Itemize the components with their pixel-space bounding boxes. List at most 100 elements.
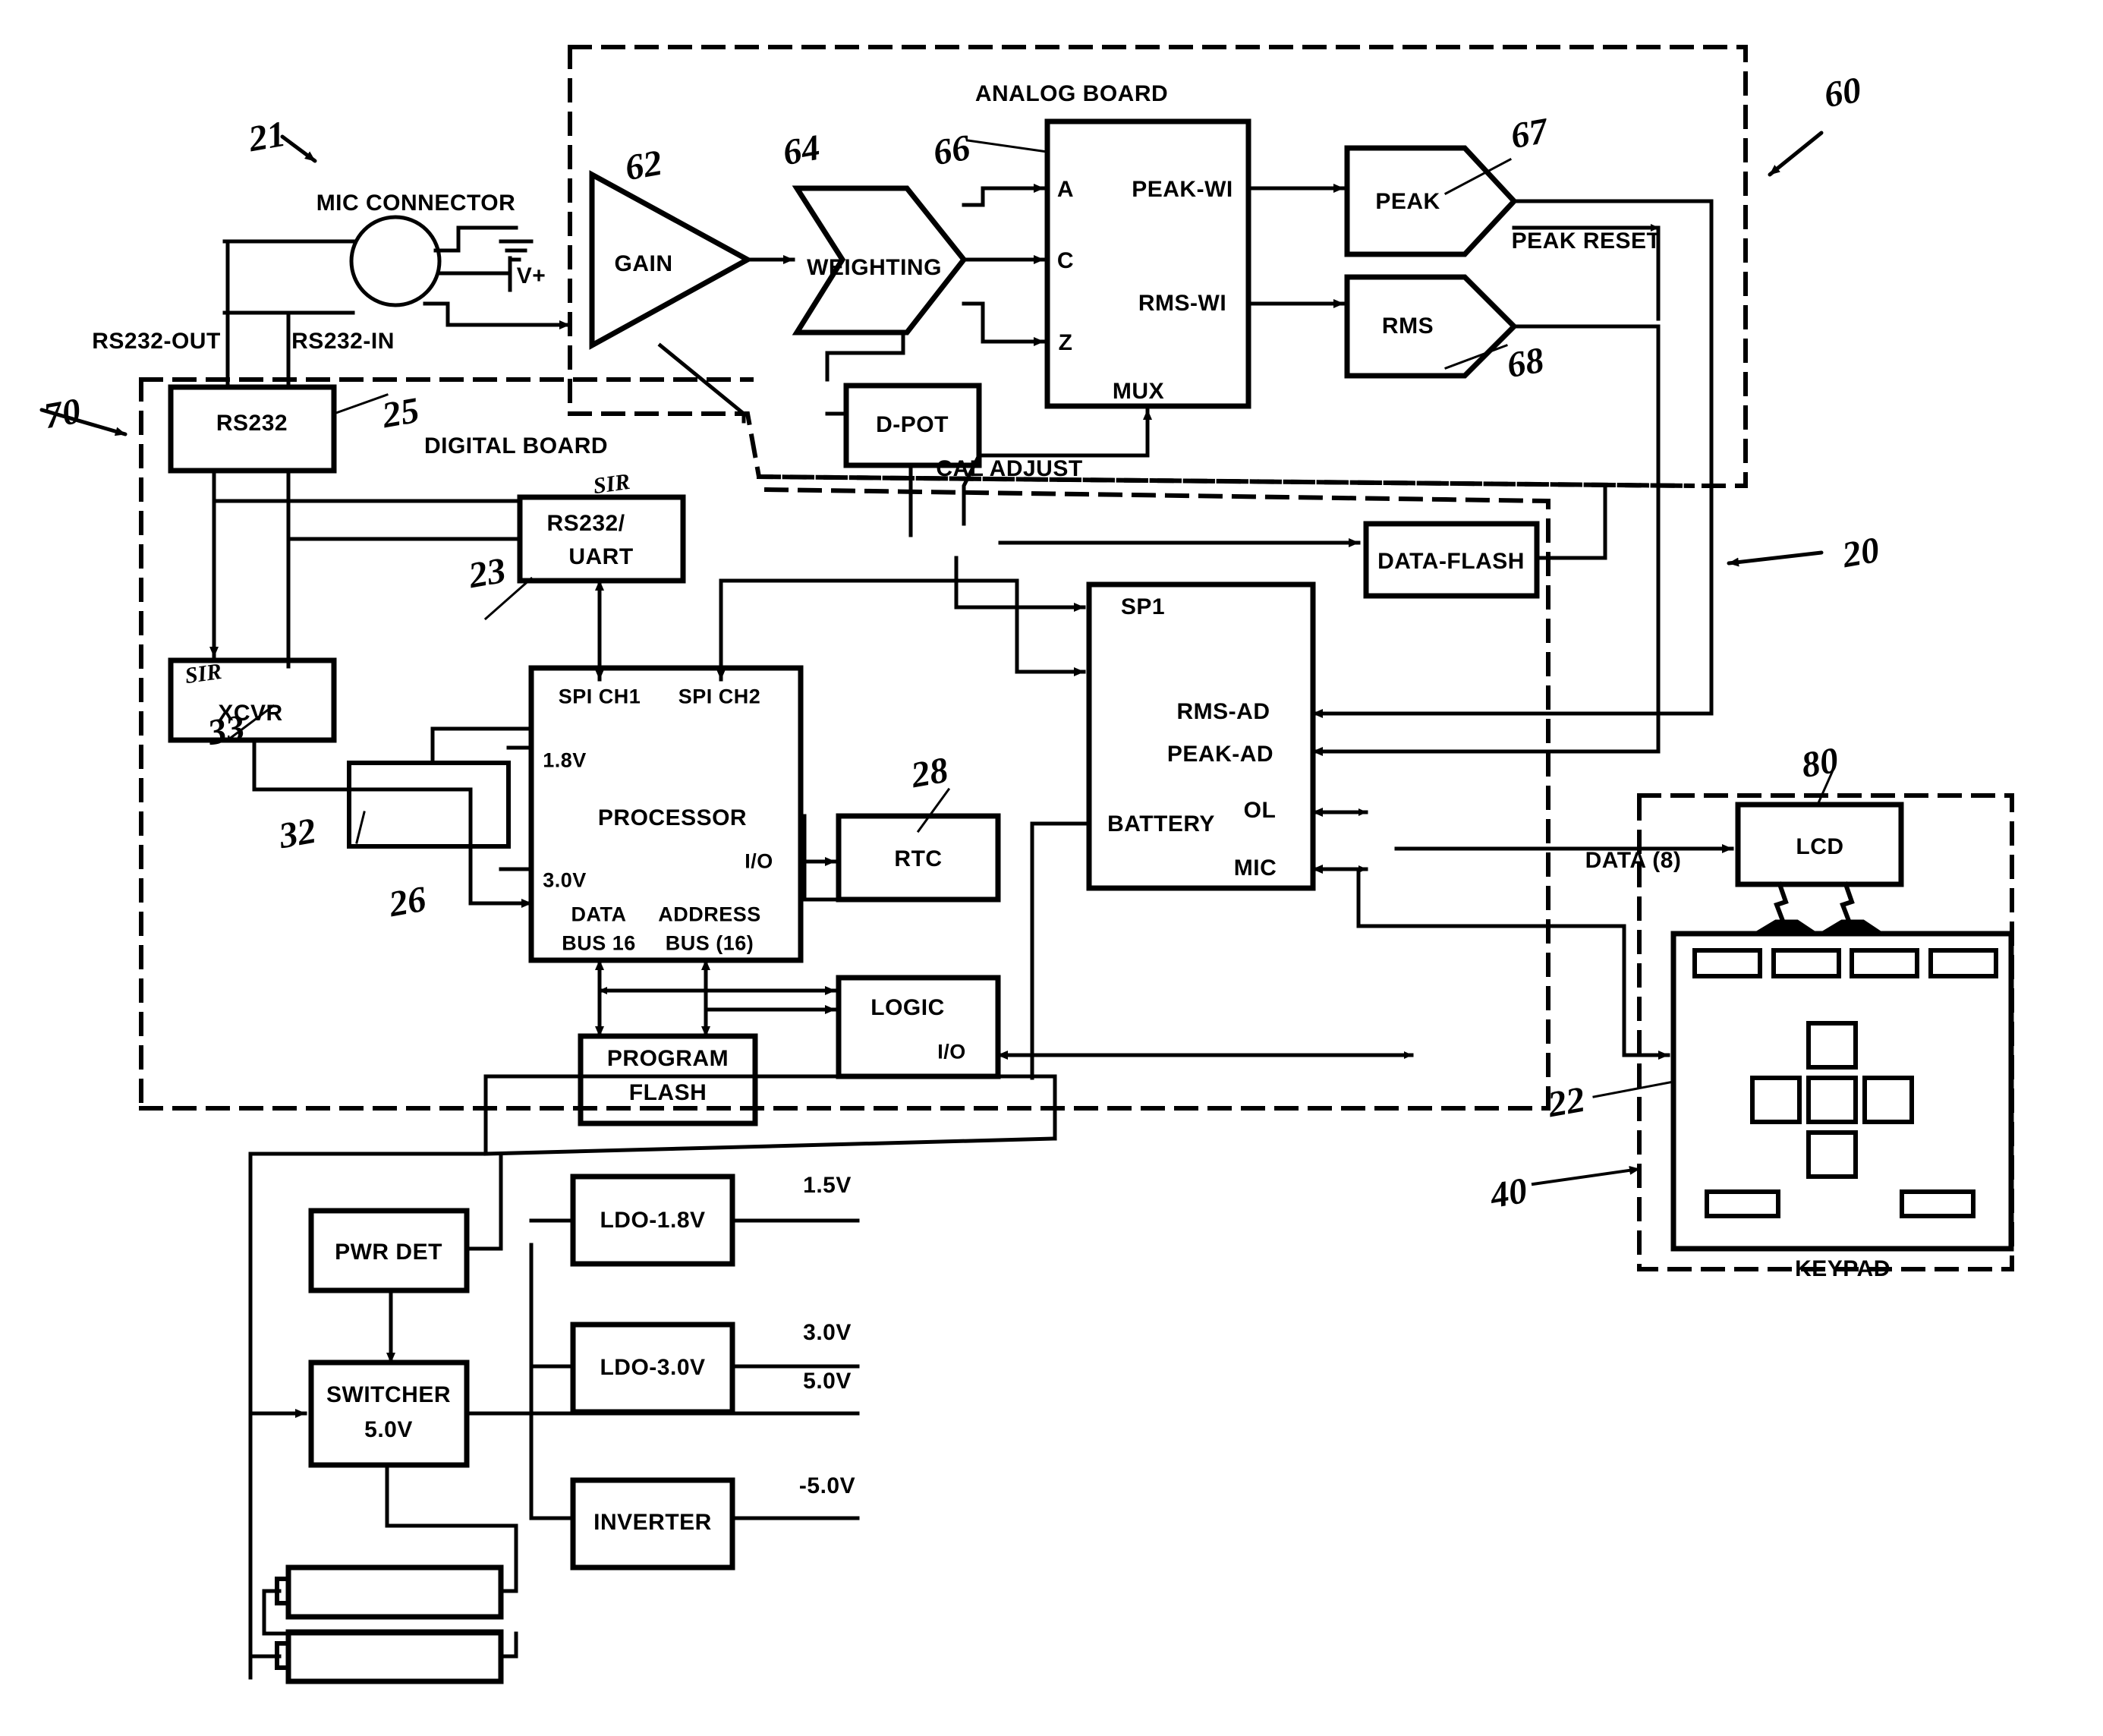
mux-port-c-label: C [1056, 248, 1075, 273]
battery-cell-1 [285, 1564, 504, 1620]
ldo-30-label: LDO-3.0V [600, 1355, 706, 1380]
sp1-ol-label: OL [1243, 798, 1277, 823]
processor-label: PROCESSOR [597, 805, 748, 830]
weighting-block-label: WEIGHTING [807, 255, 942, 280]
mux-block-rect [1044, 118, 1251, 409]
ref-60: 60 [1821, 69, 1865, 116]
data-bus-label-2: BUS 16 [562, 931, 636, 955]
mux-peak-wi-label: PEAK-WI [1132, 177, 1233, 202]
rail-neg5v0-label: -5.0V [798, 1473, 856, 1498]
logic-io-label: I/O [937, 1040, 966, 1063]
switcher-label-1: SWITCHER [326, 1382, 451, 1407]
keypad-key-f1 [1692, 948, 1762, 978]
keypad-key-down [1806, 1130, 1858, 1179]
data-8-label: DATA (8) [1585, 848, 1682, 873]
keypad-rect [1670, 931, 2014, 1252]
sp1-rms-ad-label: RMS-AD [1176, 699, 1270, 724]
peak-reset-label: PEAK RESET [1511, 228, 1661, 254]
display-enclosure-outline [1637, 793, 2014, 1271]
ref-26: 26 [386, 878, 430, 925]
rs232-uart-label-top: RS232/ [546, 511, 625, 536]
rs232-out-label: RS232-OUT [92, 329, 221, 354]
program-flash-label-1: PROGRAM [606, 1046, 729, 1071]
rail-1v5-label: 1.5V [803, 1173, 852, 1198]
mux-block-label: MUX [1112, 379, 1165, 404]
ref-32: 32 [275, 810, 320, 857]
ref-28: 28 [908, 749, 952, 796]
ref-21: 21 [245, 113, 289, 160]
processor-1v8-pin-label: 1.8V [543, 748, 587, 772]
ref-20: 20 [1839, 529, 1883, 576]
battery-cell-2 [285, 1629, 504, 1684]
processor-io-label: I/O [745, 849, 773, 873]
rail-5v0-label: 5.0V [803, 1369, 852, 1394]
keypad-key-b2 [1900, 1189, 1975, 1218]
processor-3v0-pin-label: 3.0V [543, 868, 587, 892]
keypad-key-b1 [1705, 1189, 1780, 1218]
block-32-rect [347, 761, 511, 849]
address-bus-label-2: BUS (16) [665, 931, 754, 955]
rs232-in-label: RS232-IN [291, 329, 395, 354]
analog-board-label: ANALOG BOARD [974, 81, 1169, 106]
switcher-label-2: 5.0V [364, 1417, 413, 1442]
data-flash-label: DATA-FLASH [1377, 549, 1525, 574]
patent-figure-sheet: ANALOG BOARD DIGITAL BOARD MIC CONNECTOR… [0, 0, 2103, 1736]
address-bus-label-1: ADDRESS [658, 903, 761, 926]
pwr-det-label: PWR DET [335, 1240, 442, 1265]
inverter-label: INVERTER [593, 1510, 712, 1535]
sir-xcvr-annotation: SIR [183, 658, 224, 689]
logic-label: LOGIC [870, 995, 945, 1020]
spi-ch2-label: SPI CH2 [678, 685, 761, 708]
mux-port-a-label: A [1056, 177, 1075, 202]
keypad-key-f2 [1771, 948, 1841, 978]
ldo-18-label: LDO-1.8V [600, 1208, 706, 1233]
ref-66: 66 [930, 127, 974, 174]
ref-60-arrow [1768, 131, 1824, 177]
program-flash-label-2: FLASH [628, 1080, 707, 1105]
diagram-artwork [39, 45, 2014, 1684]
ref-62: 62 [622, 142, 666, 189]
keypad-key-f3 [1850, 948, 1919, 978]
peak-block-label: PEAK [1375, 189, 1440, 214]
ref-64: 64 [779, 127, 823, 174]
ref-67: 67 [1507, 110, 1551, 157]
cal-adjust-label: CAL ADJUST [936, 456, 1083, 481]
keypad-key-f4 [1928, 948, 1998, 978]
mic-connector-label: MIC CONNECTOR [316, 191, 516, 216]
ref-22: 22 [1544, 1079, 1588, 1126]
rs232-block-label: RS232 [216, 411, 288, 436]
d-pot-label: D-POT [876, 412, 949, 437]
mux-rms-wi-label: RMS-WI [1138, 291, 1227, 316]
rs232-uart-label-bottom: UART [568, 544, 634, 569]
keypad-label: KEYPAD [1795, 1256, 1890, 1281]
keypad-key-right [1862, 1076, 1914, 1124]
lcd-label: LCD [1796, 834, 1844, 859]
rail-3v0-label: 3.0V [803, 1320, 852, 1345]
sp1-peak-ad-label: PEAK-AD [1166, 742, 1274, 767]
analog-board-outline [568, 45, 1748, 489]
ref-68: 68 [1503, 339, 1547, 386]
sir-uart-annotation: SIR [591, 468, 632, 499]
gain-block-label: GAIN [614, 251, 673, 276]
ref-23: 23 [465, 550, 509, 597]
v-plus-label: V+ [516, 263, 546, 288]
logic-io-rect [836, 975, 1001, 1079]
sp1-label: SP1 [1120, 594, 1166, 619]
ref-20-arrow [1727, 550, 1824, 567]
ref-40: 40 [1487, 1170, 1531, 1217]
data-bus-label-1: DATA [571, 903, 627, 926]
ref-33: 33 [204, 707, 248, 754]
sp1-rect [1086, 581, 1316, 891]
digital-board-label: DIGITAL BOARD [423, 433, 609, 458]
mic-connector-circle [349, 215, 442, 307]
keypad-key-up [1806, 1021, 1858, 1070]
sp1-mic-label: MIC [1233, 855, 1277, 881]
keypad-key-center [1806, 1076, 1858, 1124]
ref-25: 25 [379, 389, 423, 436]
rtc-label: RTC [894, 846, 943, 871]
sp1-battery-label: BATTERY [1107, 811, 1215, 836]
keypad-key-left [1750, 1076, 1802, 1124]
rms-block-label: RMS [1381, 313, 1434, 339]
switcher-rect [308, 1359, 470, 1468]
ref-80: 80 [1798, 739, 1842, 786]
